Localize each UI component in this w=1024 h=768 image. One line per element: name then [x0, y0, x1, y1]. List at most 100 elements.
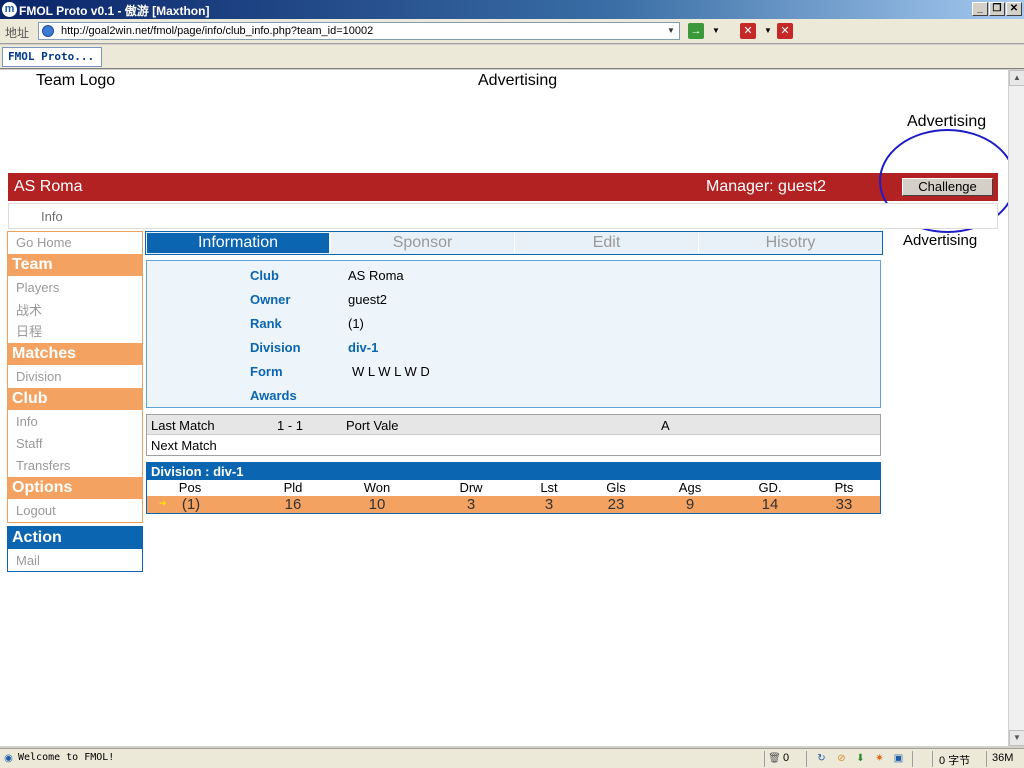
- title-bar: m FMOL Proto v0.1 - 傲游 [Maxthon] _ ❐ ✕: [0, 0, 1024, 19]
- division-columns: Pos Pld Won Drw Lst Gls Ags GD. Pts: [147, 480, 880, 496]
- col-pts: Pts: [834, 480, 854, 495]
- browser-tab[interactable]: FMOL Proto...: [2, 47, 102, 67]
- info-tab[interactable]: Info: [41, 209, 63, 224]
- trash-count: 0: [783, 752, 790, 764]
- col-pld: Pld: [283, 480, 303, 495]
- detail-label-owner: Owner: [250, 292, 291, 307]
- detail-value-form: W L W L W D: [352, 364, 430, 379]
- address-url: http://goal2win.net/fmol/page/info/club_…: [61, 25, 374, 37]
- cell-pld: 16: [284, 496, 302, 513]
- menu-item-tactics[interactable]: 战术: [16, 300, 42, 319]
- refresh-icon[interactable]: ↻: [815, 752, 828, 765]
- col-gls: Gls: [606, 480, 626, 495]
- tab-sponsor[interactable]: Sponsor: [330, 233, 514, 253]
- cell-gd: 14: [761, 496, 779, 513]
- table-row[interactable]: ➜ (1) 16 10 3 3 23 9 14 33: [147, 496, 880, 513]
- scroll-down-icon[interactable]: ▼: [1009, 730, 1024, 746]
- col-ags: Ags: [678, 480, 702, 495]
- detail-label-rank: Rank: [250, 316, 282, 331]
- block-icon[interactable]: ⊘: [835, 752, 848, 765]
- chevron-down-icon[interactable]: ▼: [665, 24, 677, 38]
- status-divider: [912, 751, 913, 767]
- menu-item-division[interactable]: Division: [16, 369, 62, 384]
- plugin-icon[interactable]: ✷: [873, 752, 886, 765]
- close-tab-icon[interactable]: ✕: [740, 23, 756, 39]
- tab-bar: FMOL Proto...: [0, 45, 1024, 69]
- menu-item-players[interactable]: Players: [16, 280, 59, 295]
- status-divider: [986, 751, 987, 767]
- menu-item-info[interactable]: Info: [16, 414, 38, 429]
- menu-head-club: Club: [8, 388, 142, 410]
- menu-head-options: Options: [8, 477, 142, 499]
- club-header: AS Roma Manager: guest2 Challenge: [8, 173, 998, 201]
- page-icon: [42, 25, 54, 37]
- tab-information[interactable]: Information: [147, 233, 329, 253]
- restore-button[interactable]: ❐: [989, 2, 1005, 16]
- action-menu: Action Mail: [7, 526, 143, 572]
- menu-item-staff[interactable]: Staff: [16, 436, 43, 451]
- status-text: Welcome to FMOL!: [18, 752, 115, 763]
- col-pos: Pos: [178, 480, 202, 495]
- menu-head-matches: Matches: [8, 343, 142, 365]
- menu-head-action: Action: [8, 527, 142, 549]
- division-link[interactable]: div-1: [348, 340, 378, 355]
- address-label: 地址: [5, 26, 30, 40]
- last-match-venue: A: [661, 418, 670, 433]
- col-drw: Drw: [459, 480, 483, 495]
- cell-won: 10: [368, 496, 386, 513]
- detail-label-club: Club: [250, 268, 279, 283]
- cell-ags: 9: [685, 496, 695, 513]
- col-won: Won: [363, 480, 391, 495]
- window-title: FMOL Proto v0.1 - 傲游 [Maxthon]: [19, 4, 210, 18]
- detail-label-form: Form: [250, 364, 283, 379]
- status-divider: [806, 751, 807, 767]
- menu-item-transfers[interactable]: Transfers: [16, 458, 70, 473]
- minimize-button[interactable]: _: [972, 2, 988, 16]
- menu-item-logout[interactable]: Logout: [16, 503, 56, 518]
- chevron-down-icon[interactable]: ▼: [760, 23, 776, 39]
- club-details: Club AS Roma Owner guest2 Rank (1) Divis…: [146, 260, 881, 408]
- last-match-opponent: Port Vale: [346, 418, 399, 433]
- ad-top: Advertising: [478, 72, 558, 89]
- division-title: Division : div-1: [147, 463, 880, 480]
- close-button[interactable]: ✕: [1006, 2, 1022, 16]
- menu-item-mail[interactable]: Mail: [16, 553, 40, 568]
- club-name: AS Roma: [14, 178, 83, 195]
- status-divider: [764, 751, 765, 767]
- download-icon[interactable]: ⬇: [854, 752, 867, 765]
- team-logo: Team Logo: [36, 72, 116, 89]
- cell-pos: (1): [181, 496, 201, 513]
- menu-head-team: Team: [8, 254, 142, 276]
- cell-pts: 33: [835, 496, 853, 513]
- maxthon-icon: m: [2, 2, 17, 17]
- ad-right-side: Advertising: [903, 232, 978, 249]
- close-all-icon[interactable]: ✕: [777, 23, 793, 39]
- matches-box: Last Match 1 - 1 Port Vale A Next Match: [146, 414, 881, 456]
- tab-edit[interactable]: Edit: [514, 233, 698, 253]
- menu-item-schedule[interactable]: 日程: [16, 321, 42, 340]
- menu-go-home[interactable]: Go Home: [16, 235, 72, 250]
- chevron-down-icon[interactable]: ▼: [708, 23, 724, 39]
- last-match-row: Last Match 1 - 1 Port Vale A: [147, 415, 880, 435]
- detail-label-awards: Awards: [250, 388, 297, 403]
- tab-history[interactable]: Hisotry: [698, 233, 882, 253]
- address-input[interactable]: http://goal2win.net/fmol/page/info/club_…: [38, 22, 680, 40]
- detail-value-owner: guest2: [348, 292, 388, 307]
- content-tabs: Information Sponsor Edit Hisotry: [145, 231, 883, 255]
- trash-icon[interactable]: 🗑: [768, 752, 781, 765]
- screen-icon[interactable]: ▣: [892, 752, 905, 765]
- cell-gls: 23: [607, 496, 625, 513]
- go-icon[interactable]: →: [688, 23, 704, 39]
- cell-drw: 3: [466, 496, 476, 513]
- cell-lst: 3: [544, 496, 554, 513]
- bytes-indicator: 0 字节: [939, 755, 971, 767]
- detail-value-rank: (1): [348, 316, 364, 331]
- division-table: Division : div-1 Pos Pld Won Drw Lst Gls…: [146, 462, 881, 514]
- vertical-scrollbar[interactable]: ▲ ▼: [1008, 70, 1024, 746]
- memory-indicator: 36M: [992, 752, 1014, 764]
- page-viewport: Team Logo Advertising Advertising AS Rom…: [0, 70, 1008, 746]
- col-lst: Lst: [540, 480, 558, 495]
- side-menu: Go Home Team Players 战术 日程 Matches Divis…: [7, 231, 143, 523]
- status-page-icon: ◉: [4, 753, 13, 764]
- scroll-up-icon[interactable]: ▲: [1009, 70, 1024, 86]
